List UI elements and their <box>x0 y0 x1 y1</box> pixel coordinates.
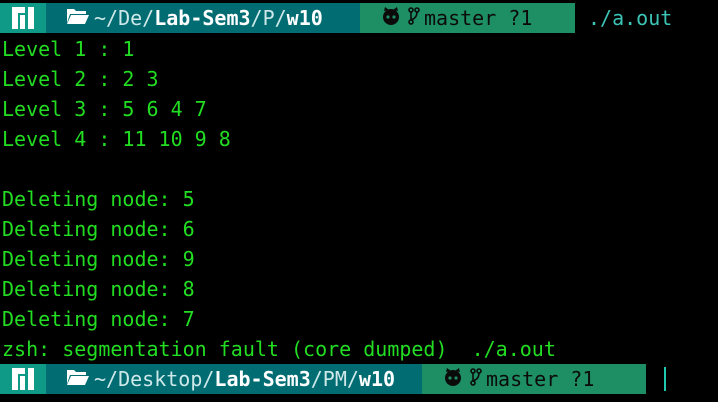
path-current-dir: w10 <box>358 367 396 391</box>
git-branch-status: master ?1 <box>486 367 595 391</box>
output-line: Deleting node: 6 <box>2 217 195 241</box>
output-line: Deleting node: 9 <box>2 247 195 271</box>
path-part: /P/ <box>250 6 287 30</box>
output-line: Level 3 : 5 6 4 7 <box>2 97 207 121</box>
folder-open-icon <box>66 367 90 391</box>
command-text: ./a.out <box>588 6 673 30</box>
git-branch-status: master ?1 <box>424 6 533 30</box>
prompt-bar-bottom: ~/Desktop/Lab-Sem3/PM/w10 master ?1 <box>0 364 718 394</box>
path-current-dir: w10 <box>286 6 323 30</box>
folder-open-icon <box>66 6 90 30</box>
path-part: Lab-Sem3 <box>214 367 311 391</box>
output-line: Level 1 : 1 <box>2 37 135 61</box>
segment-separator <box>555 3 569 33</box>
github-octocat-icon <box>380 6 402 31</box>
github-octocat-icon <box>442 367 464 392</box>
git-branch-icon <box>408 6 420 31</box>
os-segment <box>0 3 46 33</box>
output-line: Level 2 : 2 3 <box>2 67 159 91</box>
git-segment: master ?1 <box>422 364 646 394</box>
output-line: Deleting node: 5 <box>2 187 195 211</box>
text-cursor[interactable] <box>664 367 666 391</box>
terminal-window[interactable]: ~/De/Lab-Sem3/P/w10 master ?1 ./a.out Le… <box>0 0 718 402</box>
manjaro-logo-icon <box>12 7 34 29</box>
git-branch-icon <box>470 367 482 392</box>
path-part: /Desktop/ <box>106 367 215 391</box>
path-part: /PM/ <box>310 367 359 391</box>
path-part: Lab-Sem3 <box>154 6 251 30</box>
output-line: Deleting node: 7 <box>2 307 195 331</box>
segment-separator <box>626 364 640 394</box>
git-segment: master ?1 <box>360 3 575 33</box>
prompt-bar-top: ~/De/Lab-Sem3/P/w10 master ?1 ./a.out <box>0 3 718 33</box>
path-part: /De/ <box>106 6 155 30</box>
directory-segment: ~/De/Lab-Sem3/P/w10 <box>46 3 380 33</box>
path-home: ~ <box>94 6 107 30</box>
error-line: zsh: segmentation fault (core dumped) ./… <box>2 337 556 361</box>
manjaro-logo-icon <box>12 368 34 390</box>
path-home: ~ <box>94 367 107 391</box>
output-line: Level 4 : 11 10 9 8 <box>2 127 231 151</box>
os-segment <box>0 364 46 394</box>
directory-segment: ~/Desktop/Lab-Sem3/PM/w10 <box>46 364 442 394</box>
output-line: Deleting node: 8 <box>2 277 195 301</box>
